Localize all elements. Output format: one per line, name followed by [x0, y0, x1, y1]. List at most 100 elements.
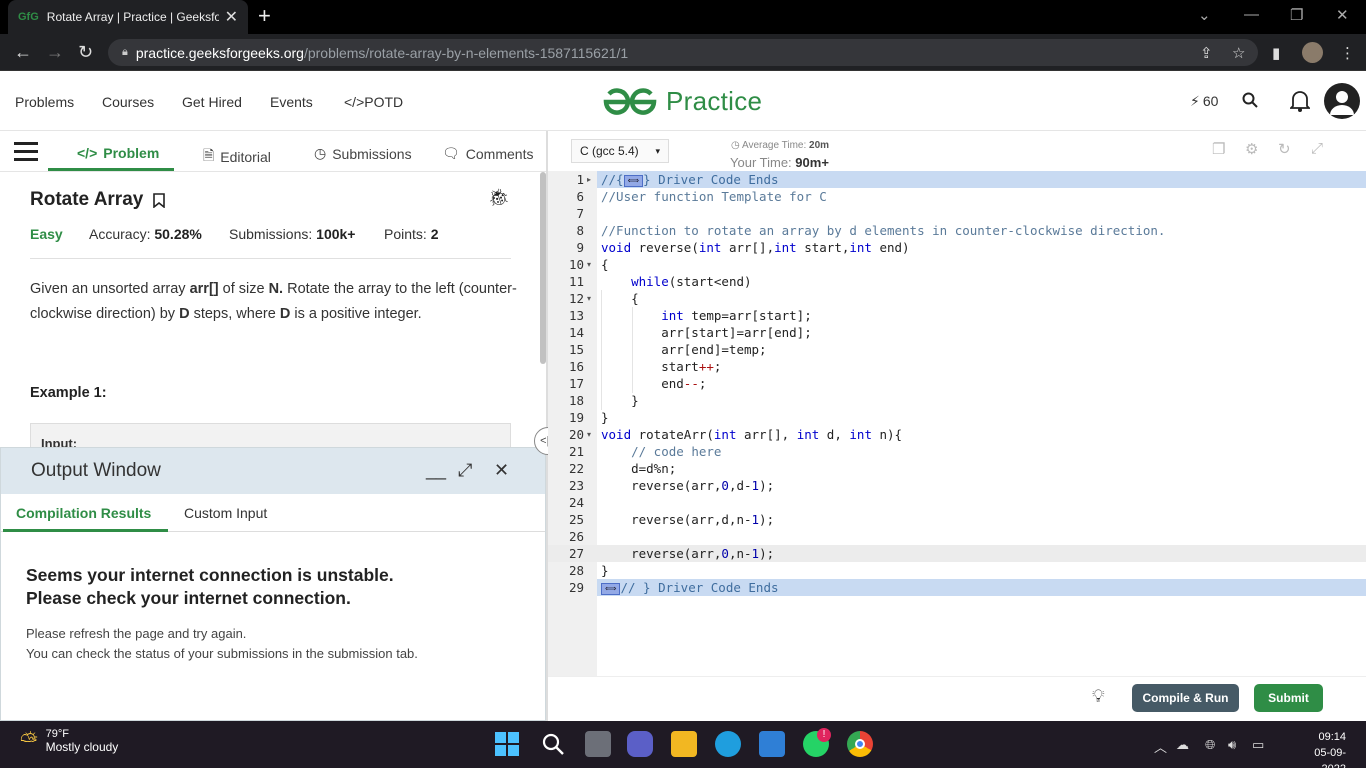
address-bar[interactable]: 🔒︎ practice.geeksforgeeks.org/problems/r… — [108, 39, 1258, 66]
copy-icon[interactable]: ❐ — [1212, 140, 1225, 158]
weather-widget[interactable]: ⛅︎ 79°F Mostly cloudy — [20, 728, 118, 754]
code-line: d=d%n; — [601, 461, 677, 476]
line-number: 20 — [568, 427, 584, 442]
tab-submissions-label: Submissions — [332, 145, 412, 162]
bell-icon[interactable] — [1290, 90, 1310, 112]
system-clock[interactable]: 09:14 05-09-2022 — [1300, 729, 1346, 768]
minimize-icon[interactable]: — — [1244, 6, 1259, 23]
compile-run-button[interactable]: Compile & Run — [1132, 684, 1239, 712]
weather-description: Mostly cloudy — [45, 740, 119, 754]
tab-problem[interactable]: </> Problem — [77, 145, 159, 161]
code-line: ⟺// } Driver Code Ends — [601, 580, 779, 595]
minimize-output-icon[interactable]: __ — [426, 460, 446, 481]
submit-button[interactable]: Submit — [1254, 684, 1323, 712]
settings-icon[interactable]: ⚙︎ — [1245, 140, 1258, 158]
url-path: /problems/rotate-array-by-n-elements-158… — [303, 44, 629, 61]
editor-toolbar — [548, 131, 1366, 171]
report-bug-icon[interactable]: 🐞︎ — [488, 188, 510, 208]
bookmark-star-icon[interactable]: ☆ — [1232, 44, 1245, 62]
profile-avatar[interactable] — [1302, 42, 1323, 63]
example-heading: Example 1: — [30, 385, 107, 401]
tab-compilation-results[interactable]: Compilation Results — [16, 505, 151, 521]
code-line: { — [601, 291, 639, 306]
search-taskbar-icon[interactable] — [541, 732, 565, 756]
streak-counter[interactable]: ⚡︎ 60 — [1190, 93, 1218, 110]
network-globe-icon[interactable]: 🌐︎ — [1205, 737, 1215, 753]
back-icon[interactable]: ← — [14, 42, 32, 63]
practice-logo[interactable]: Practice — [602, 86, 762, 117]
edge-browser-icon[interactable] — [715, 731, 741, 757]
chevron-down-icon: ▾ — [655, 145, 660, 156]
comment-icon: 🗨︎ — [442, 145, 460, 161]
chrome-center-icon — [855, 739, 865, 749]
task-view-icon[interactable] — [585, 731, 611, 757]
microsoft-store-icon[interactable] — [759, 731, 785, 757]
fold-arrow-icon[interactable]: ▾ — [587, 260, 591, 269]
nav-problems[interactable]: Problems — [15, 94, 74, 110]
tab-comments[interactable]: 🗨︎ Comments — [442, 145, 533, 162]
difficulty-badge: Easy — [30, 226, 63, 242]
logo-text: Practice — [666, 86, 763, 116]
code-line: end--; — [601, 376, 707, 391]
line-number: 17 — [568, 376, 584, 391]
user-avatar[interactable] — [1324, 83, 1360, 119]
tray-overflow-icon[interactable]: ︿ — [1154, 737, 1167, 756]
nav-courses[interactable]: Courses — [102, 94, 154, 110]
new-tab-icon[interactable]: + — [258, 4, 271, 28]
code-line: reverse(arr,0,d-1); — [601, 478, 775, 493]
onedrive-cloud-icon[interactable]: ☁︎ — [1176, 737, 1189, 753]
code-line: reverse(arr,d,n-1); — [601, 512, 775, 527]
expand-output-icon[interactable]: ⤢ — [458, 460, 472, 481]
windows-start-icon[interactable] — [495, 732, 519, 756]
tab-editorial[interactable]: 🗎︎ Editorial — [203, 145, 271, 169]
battery-icon[interactable]: ▭ — [1252, 737, 1264, 753]
line-number: 6 — [576, 189, 584, 204]
theme-lightbulb-icon[interactable]: 💡︎ — [1092, 686, 1105, 707]
side-panel-icon[interactable]: ▮ — [1272, 44, 1280, 62]
browser-menu-icon[interactable]: ⋮ — [1340, 44, 1355, 62]
teams-chat-icon[interactable] — [627, 731, 653, 757]
editor-action-bar — [548, 676, 1366, 721]
file-explorer-icon[interactable] — [671, 731, 697, 757]
tab-problem-label: Problem — [103, 145, 160, 161]
close-tab-icon[interactable]: ✕ — [225, 7, 238, 27]
line-number: 26 — [568, 529, 584, 544]
tab-search-icon[interactable]: ⌄ — [1198, 6, 1211, 24]
fold-arrow-icon[interactable]: ▾ — [587, 430, 591, 439]
fold-arrow-icon[interactable]: ▾ — [587, 294, 591, 303]
code-line: } — [601, 410, 609, 425]
tab-custom-input[interactable]: Custom Input — [184, 505, 267, 521]
nav-events[interactable]: Events — [270, 94, 313, 110]
close-output-icon[interactable]: ✕ — [494, 460, 509, 481]
close-window-icon[interactable]: ✕ — [1336, 6, 1349, 24]
line-number: 1 — [576, 172, 584, 187]
volume-icon[interactable]: 🔊︎ — [1228, 737, 1236, 753]
browser-tab[interactable]: GfG Rotate Array | Practice | Geeksfor ✕ — [8, 0, 248, 34]
tab-submissions[interactable]: ◷ Submissions — [314, 145, 412, 162]
accuracy-stat: Accuracy: 50.28% — [89, 226, 202, 242]
hamburger-menu-icon[interactable] — [14, 141, 38, 161]
forward-icon[interactable]: → — [46, 42, 64, 63]
code-line: //Function to rotate an array by d eleme… — [601, 223, 1166, 238]
document-icon: 🗎︎ — [203, 147, 215, 163]
code-line: int temp=arr[start]; — [661, 308, 812, 323]
restore-icon[interactable]: ❐ — [1290, 6, 1303, 24]
weather-temperature: 79°F — [45, 728, 69, 740]
line-number: 29 — [568, 580, 584, 595]
bookmark-icon[interactable] — [153, 192, 166, 208]
language-select[interactable]: C (gcc 5.4) ▾ — [571, 139, 669, 163]
fullscreen-icon[interactable]: ⤢ — [1311, 140, 1323, 157]
code-line: } — [601, 563, 609, 578]
line-number: 11 — [568, 274, 584, 289]
share-icon[interactable]: ⇪ — [1200, 44, 1213, 62]
line-number: 19 — [568, 410, 584, 425]
reload-icon[interactable]: ↻ — [78, 42, 93, 63]
lightning-icon: ⚡︎ — [1190, 93, 1200, 109]
reset-icon[interactable]: ↻ — [1278, 140, 1291, 158]
nav-potd[interactable]: </>POTD — [344, 94, 403, 110]
fold-arrow-icon[interactable]: ▸ — [587, 175, 591, 184]
nav-get-hired[interactable]: Get Hired — [182, 94, 242, 110]
line-number: 12 — [568, 291, 584, 306]
search-icon[interactable] — [1242, 92, 1258, 108]
divider — [30, 258, 511, 259]
